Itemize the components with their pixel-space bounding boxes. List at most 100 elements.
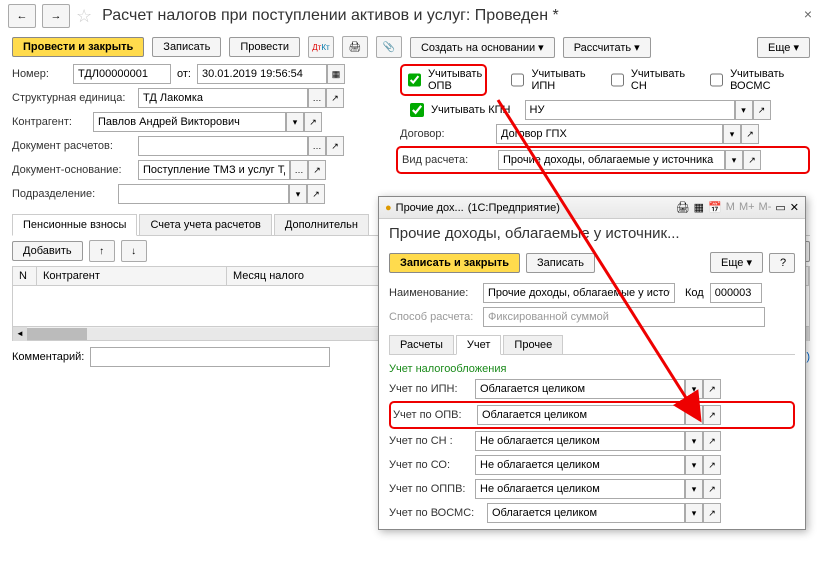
counterparty-drop-icon[interactable]: ▾ [286, 112, 304, 132]
dlg-vosms-open-icon[interactable]: ↗ [703, 503, 721, 523]
dlg-name-label: Наименование: [389, 287, 477, 299]
dlg-mplus-icon[interactable]: M+ [739, 201, 755, 214]
dlg-so-open-icon[interactable]: ↗ [703, 455, 721, 475]
doc-base-dots[interactable]: … [290, 160, 308, 180]
dlg-oppv-drop-icon[interactable]: ▾ [685, 479, 703, 499]
down-icon[interactable]: ↓ [121, 240, 147, 262]
dlg-ipn-input[interactable] [475, 379, 685, 399]
comment-label: Комментарий: [12, 351, 84, 363]
dlg-sn-open-icon[interactable]: ↗ [703, 431, 721, 451]
dlg-sn-input[interactable] [475, 431, 685, 451]
dlg-opv-input[interactable] [477, 405, 685, 425]
dlg-oppv-open-icon[interactable]: ↗ [703, 479, 721, 499]
close-window[interactable]: × [804, 6, 812, 22]
contract-drop-icon[interactable]: ▾ [723, 124, 741, 144]
subdiv-open-icon[interactable]: ↗ [307, 184, 325, 204]
dlg-code-input[interactable] [710, 283, 762, 303]
nu-drop-icon[interactable]: ▾ [735, 100, 753, 120]
col-n[interactable]: N [13, 267, 37, 285]
dlg-tab-calculations[interactable]: Расчеты [389, 335, 454, 354]
dlg-m-icon[interactable]: M [726, 201, 735, 214]
dlg-so-input[interactable] [475, 455, 685, 475]
col-counterparty[interactable]: Контрагент [37, 267, 227, 285]
unit-input[interactable] [138, 88, 308, 108]
dlg-ipn-open-icon[interactable]: ↗ [703, 379, 721, 399]
chk-ipn[interactable]: Учитывать ИПН [507, 68, 586, 92]
chk-kpn[interactable]: Учитывать КПН [406, 100, 511, 120]
dlg-sn-label: Учет по СН : [389, 435, 469, 447]
dlg-more-button[interactable]: Еще ▾ [710, 252, 763, 273]
date-picker-icon[interactable]: ▦ [327, 64, 345, 84]
tab-pension[interactable]: Пенсионные взносы [12, 214, 137, 236]
more-button[interactable]: Еще ▾ [757, 37, 810, 58]
tab-additional[interactable]: Дополнительн [274, 214, 369, 235]
dlg-mminus-icon[interactable]: M- [759, 201, 772, 214]
dlg-oppv-input[interactable] [475, 479, 685, 499]
dialog-title-short: Прочие дох... [396, 202, 464, 214]
scroll-left-icon[interactable]: ◄ [13, 327, 27, 341]
chk-opv[interactable]: Учитывать ОПВ [404, 68, 483, 92]
write-button[interactable]: Записать [152, 37, 221, 57]
counterparty-input[interactable] [93, 112, 286, 132]
dlg-opv-drop-icon[interactable]: ▾ [685, 405, 703, 425]
nav-back[interactable]: ← [8, 4, 36, 28]
attach-icon[interactable]: 📎 [376, 36, 402, 58]
favorite-star-icon[interactable]: ☆ [76, 6, 92, 27]
chk-sn-label: Учитывать СН [631, 68, 686, 92]
chk-sn[interactable]: Учитывать СН [607, 68, 686, 92]
number-input[interactable] [73, 64, 171, 84]
subdiv-drop-icon[interactable]: ▾ [289, 184, 307, 204]
post-button[interactable]: Провести [229, 37, 300, 57]
dlg-close-icon[interactable]: ✕ [790, 201, 799, 214]
dlg-vosms-input[interactable] [487, 503, 685, 523]
dlg-write-button[interactable]: Записать [526, 253, 595, 273]
contract-open-icon[interactable]: ↗ [741, 124, 759, 144]
calc-type-open-icon[interactable]: ↗ [743, 150, 761, 170]
doc-base-open-icon[interactable]: ↗ [308, 160, 326, 180]
dialog-titlebar[interactable]: ● Прочие дох... (1С:Предприятие) 🖨 ▦ 📅 M… [379, 197, 805, 219]
doc-calc-input[interactable] [138, 136, 308, 156]
scroll-thumb[interactable] [27, 328, 87, 340]
doc-base-input[interactable] [138, 160, 290, 180]
dlg-ipn-drop-icon[interactable]: ▾ [685, 379, 703, 399]
dlg-restore-icon[interactable]: ▭ [775, 201, 785, 214]
counterparty-label: Контрагент: [12, 116, 87, 128]
doc-calc-open-icon[interactable]: ↗ [326, 136, 344, 156]
nu-input[interactable] [525, 100, 735, 120]
calc-type-drop-icon[interactable]: ▾ [725, 150, 743, 170]
contract-input[interactable] [496, 124, 723, 144]
dlg-write-close-button[interactable]: Записать и закрыть [389, 253, 520, 273]
unit-dots[interactable]: … [308, 88, 326, 108]
dtkt-icon[interactable]: ДтКт [308, 36, 334, 58]
dlg-tab-accounting[interactable]: Учет [456, 335, 502, 355]
comment-input[interactable] [90, 347, 330, 367]
dlg-print-icon[interactable]: 🖨 [676, 201, 690, 214]
add-button[interactable]: Добавить [12, 241, 83, 261]
tab-accounts[interactable]: Счета учета расчетов [139, 214, 271, 235]
dlg-tab-other[interactable]: Прочее [503, 335, 563, 354]
dlg-name-input[interactable] [483, 283, 675, 303]
subdiv-input[interactable] [118, 184, 289, 204]
print-icon[interactable]: 🖨 [342, 36, 368, 58]
dlg-calc-icon[interactable]: ▦ [694, 201, 704, 214]
dlg-so-drop-icon[interactable]: ▾ [685, 455, 703, 475]
calc-type-input[interactable] [498, 150, 725, 170]
nav-forward[interactable]: → [42, 4, 70, 28]
dlg-vosms-drop-icon[interactable]: ▾ [685, 503, 703, 523]
nu-open-icon[interactable]: ↗ [753, 100, 771, 120]
dlg-opv-open-icon[interactable]: ↗ [703, 405, 721, 425]
unit-open-icon[interactable]: ↗ [326, 88, 344, 108]
date-input[interactable] [197, 64, 327, 84]
dialog-title-app: (1С:Предприятие) [468, 202, 560, 214]
chk-vosms[interactable]: Учитывать ВОСМС [706, 68, 798, 92]
calculate-button[interactable]: Рассчитать ▾ [563, 37, 651, 58]
dlg-sn-drop-icon[interactable]: ▾ [685, 431, 703, 451]
dlg-cal-icon[interactable]: 📅 [708, 201, 722, 214]
up-icon[interactable]: ↑ [89, 240, 115, 262]
post-and-close-button[interactable]: Провести и закрыть [12, 37, 144, 57]
dlg-help-button[interactable]: ? [769, 253, 795, 273]
create-based-button[interactable]: Создать на основании ▾ [410, 37, 555, 58]
dlg-so-label: Учет по СО: [389, 459, 469, 471]
counterparty-open-icon[interactable]: ↗ [304, 112, 322, 132]
doc-calc-dots[interactable]: … [308, 136, 326, 156]
